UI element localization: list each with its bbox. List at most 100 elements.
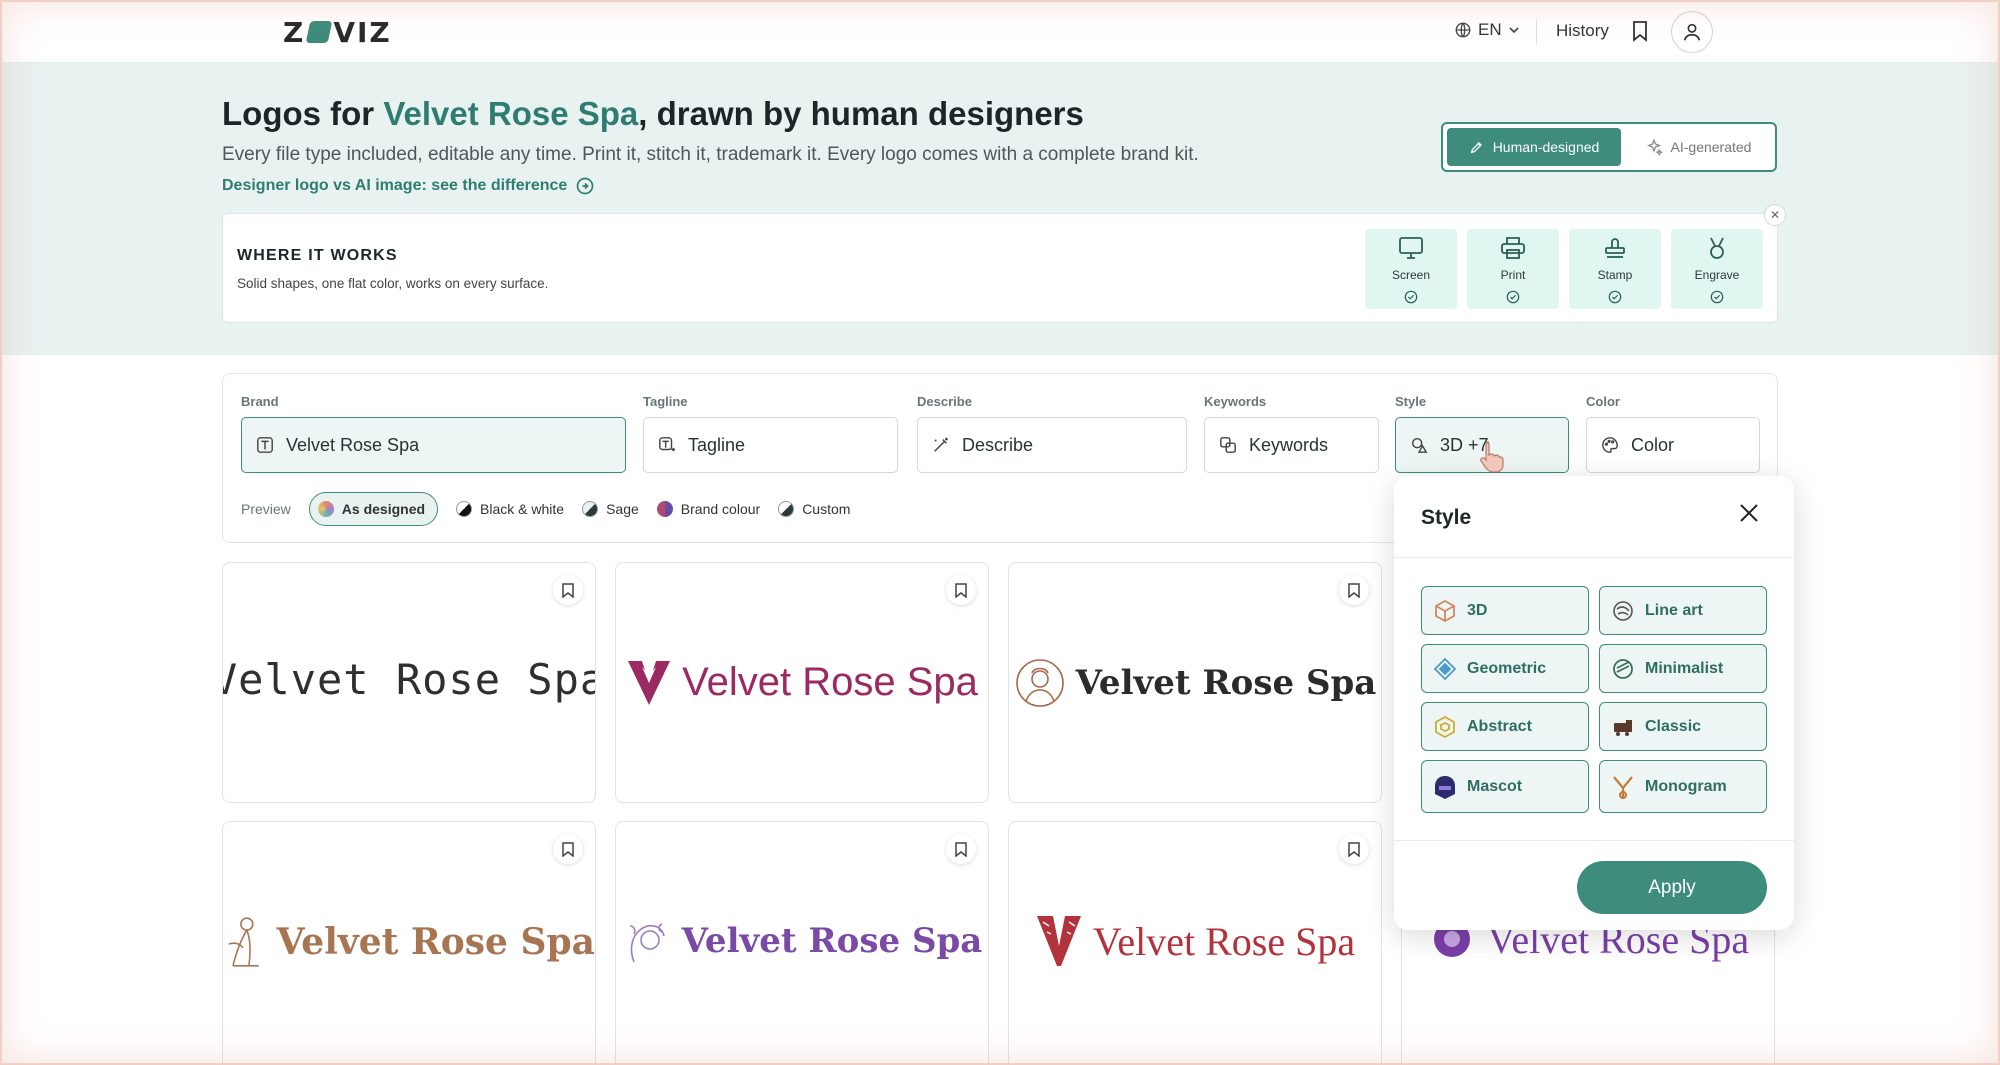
divider bbox=[1394, 840, 1794, 841]
style-option-abstract[interactable]: Abstract bbox=[1421, 702, 1589, 751]
close-icon[interactable]: ✕ bbox=[1764, 204, 1786, 226]
where-it-works-title: WHERE IT WORKS bbox=[237, 247, 398, 264]
history-link[interactable]: History bbox=[1556, 21, 1609, 41]
ai-generated-tab[interactable]: AI-generated bbox=[1625, 128, 1771, 166]
logo-text: Velvet Rose Spa bbox=[682, 659, 978, 704]
bookmark-icon[interactable] bbox=[553, 575, 583, 605]
preview-custom[interactable]: Custom bbox=[778, 501, 850, 517]
bw-swatch-icon bbox=[456, 501, 473, 517]
preview-options: Preview As designed Black & white Sage B… bbox=[241, 492, 850, 526]
sage-swatch-icon bbox=[582, 501, 599, 517]
style-popover: Style 3D Line art Geometric Minimalist A… bbox=[1394, 476, 1794, 930]
divider bbox=[1394, 557, 1794, 558]
check-circle-icon bbox=[1608, 290, 1622, 304]
bookmark-icon[interactable] bbox=[1339, 834, 1369, 864]
style-option-classic[interactable]: Classic bbox=[1599, 702, 1767, 751]
user-icon bbox=[1683, 23, 1701, 41]
logo-card[interactable]: Velvet Rose Spa bbox=[222, 562, 596, 803]
style-option-mascot[interactable]: Mascot bbox=[1421, 760, 1589, 813]
describe-input[interactable]: Describe bbox=[917, 417, 1187, 473]
style-option-monogram[interactable]: Monogram bbox=[1599, 760, 1767, 813]
v-pattern-emblem-icon bbox=[1036, 916, 1081, 966]
language-label: EN bbox=[1478, 20, 1502, 39]
logo-card[interactable]: Velvet Rose Spa bbox=[1008, 562, 1382, 803]
style-option-label: Classic bbox=[1645, 717, 1702, 735]
brand-input[interactable]: Velvet Rose Spa bbox=[241, 417, 626, 473]
bookmark-icon[interactable] bbox=[946, 834, 976, 864]
designer-vs-ai-link[interactable]: Designer logo vs AI image: see the diffe… bbox=[222, 176, 595, 196]
color-label: Color bbox=[1586, 394, 1620, 409]
logo-mark-icon bbox=[305, 21, 333, 43]
preview-option-label: Brand colour bbox=[680, 501, 761, 517]
color-placeholder: Color bbox=[1631, 434, 1675, 455]
logo-text: Velvet Rose Spa bbox=[276, 921, 595, 963]
palette-icon bbox=[1602, 437, 1618, 453]
magic-wand-icon bbox=[934, 437, 948, 452]
style-option-line-art[interactable]: Line art bbox=[1599, 586, 1767, 635]
surface-label: Engrave bbox=[1694, 268, 1740, 282]
style-option-3d[interactable]: 3D bbox=[1421, 586, 1589, 635]
train-icon bbox=[1614, 719, 1632, 736]
where-it-works-description: Solid shapes, one flat color, works on e… bbox=[237, 276, 549, 291]
printer-icon bbox=[1501, 237, 1525, 259]
human-designed-label: Human-designed bbox=[1492, 139, 1600, 155]
page-title: Logos for Velvet Rose Spa, drawn by huma… bbox=[222, 95, 1084, 132]
bookmark-icon[interactable] bbox=[946, 575, 976, 605]
sparkle-icon bbox=[1646, 138, 1663, 156]
logo-card[interactable]: Velvet Rose Spa bbox=[222, 821, 596, 1065]
style-option-label: Geometric bbox=[1467, 659, 1547, 677]
mascot-helmet-icon bbox=[1435, 775, 1455, 799]
multicolor-swatch-icon bbox=[317, 501, 334, 517]
preview-black-white[interactable]: Black & white bbox=[456, 501, 564, 517]
bookmark-icon[interactable] bbox=[1339, 575, 1369, 605]
human-designed-tab[interactable]: Human-designed bbox=[1447, 128, 1621, 166]
monitor-icon bbox=[1399, 237, 1423, 259]
logo-preview: Velvet Rose Spa bbox=[1009, 914, 1381, 968]
color-input[interactable]: Color bbox=[1586, 417, 1760, 473]
tagline-label: Tagline bbox=[643, 394, 688, 409]
keywords-input[interactable]: Keywords bbox=[1204, 417, 1379, 473]
preview-option-label: Sage bbox=[606, 501, 639, 517]
divider bbox=[1536, 19, 1537, 45]
diff-link-label: Designer logo vs AI image: see the diffe… bbox=[222, 177, 568, 194]
tagline-input[interactable]: Tagline bbox=[643, 417, 898, 473]
logo-card[interactable]: Velvet Rose Spa bbox=[615, 562, 989, 803]
leaf-circle-icon bbox=[1613, 658, 1633, 679]
language-selector[interactable]: EN bbox=[1454, 20, 1520, 40]
preview-sage[interactable]: Sage bbox=[582, 501, 639, 517]
surface-label: Stamp bbox=[1597, 268, 1633, 282]
style-option-label: Mascot bbox=[1467, 777, 1523, 795]
check-circle-icon bbox=[1506, 290, 1520, 304]
logo-text: Velvet Rose Spa bbox=[1075, 663, 1377, 703]
rose-line-icon bbox=[1613, 600, 1633, 621]
check-circle-icon bbox=[1710, 290, 1724, 304]
logo-preview: Velvet Rose Spa bbox=[616, 914, 988, 968]
describe-label: Describe bbox=[917, 394, 972, 409]
preview-option-label: Black & white bbox=[480, 501, 565, 517]
style-option-label: Monogram bbox=[1645, 777, 1727, 795]
close-icon[interactable] bbox=[1738, 502, 1760, 529]
describe-placeholder: Describe bbox=[962, 434, 1034, 455]
surface-engrave: Engrave bbox=[1671, 229, 1763, 309]
apply-button[interactable]: Apply bbox=[1577, 861, 1767, 914]
tagline-placeholder: Tagline bbox=[688, 434, 746, 455]
preview-option-label: Custom bbox=[802, 501, 851, 517]
bookmark-icon[interactable] bbox=[1631, 20, 1649, 47]
style-option-minimalist[interactable]: Minimalist bbox=[1599, 644, 1767, 693]
user-avatar-button[interactable] bbox=[1671, 11, 1713, 53]
style-option-label: 3D bbox=[1467, 601, 1488, 619]
zoviz-logo[interactable]: Z VIZ bbox=[283, 16, 392, 49]
surface-print: Print bbox=[1467, 229, 1559, 309]
bookmark-icon[interactable] bbox=[553, 834, 583, 864]
logo-card[interactable]: Velvet Rose Spa bbox=[1008, 821, 1382, 1065]
preview-as-designed[interactable]: As designed bbox=[308, 492, 439, 526]
medal-icon bbox=[1710, 237, 1724, 259]
style-option-geometric[interactable]: Geometric bbox=[1421, 644, 1589, 693]
logo-preview: Velvet Rose Spa bbox=[223, 914, 595, 970]
style-option-label: Minimalist bbox=[1645, 659, 1724, 677]
chevron-down-icon bbox=[1509, 27, 1519, 34]
preview-brand-colour[interactable]: Brand colour bbox=[656, 501, 761, 517]
where-it-works-card: WHERE IT WORKS Solid shapes, one flat co… bbox=[222, 204, 1786, 323]
logo-card[interactable]: Velvet Rose Spa bbox=[615, 821, 989, 1065]
check-circle-icon bbox=[1404, 290, 1418, 304]
